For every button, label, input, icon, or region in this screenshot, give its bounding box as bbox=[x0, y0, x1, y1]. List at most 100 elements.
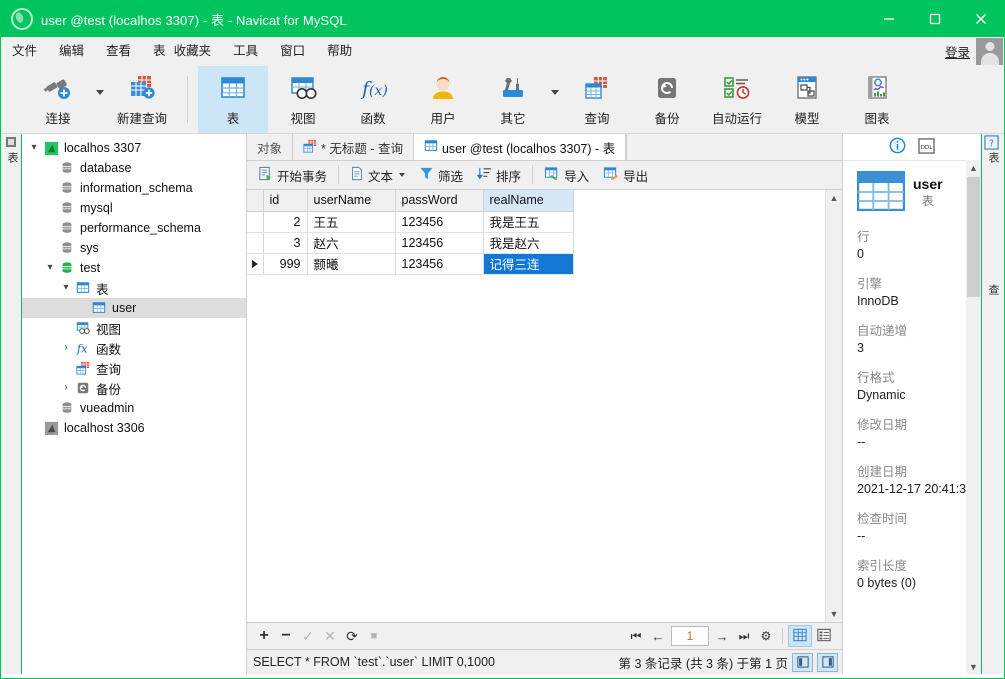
cell-password[interactable]: 123456 bbox=[395, 253, 484, 275]
menu-item-window[interactable]: 窗口 bbox=[269, 37, 316, 65]
tree-node-test[interactable]: ▾ test bbox=[22, 258, 246, 278]
ddl-icon[interactable]: DDL bbox=[918, 137, 935, 157]
chevron-down-icon[interactable]: ▾ bbox=[42, 263, 58, 273]
chevron-down-icon[interactable] bbox=[399, 173, 406, 177]
row-marker-cell[interactable] bbox=[247, 211, 264, 233]
ribbon-new-query-button[interactable]: 新建查询 bbox=[107, 66, 177, 133]
other-dropdown-caret-icon[interactable] bbox=[548, 66, 562, 133]
prev-page-button[interactable]: ← bbox=[647, 625, 669, 647]
cell-realname[interactable]: 我是赵六 bbox=[483, 232, 574, 254]
tree-node-localhos-3307[interactable]: ▾ localhos 3307 bbox=[22, 138, 246, 158]
cell-id[interactable]: 3 bbox=[263, 232, 308, 254]
tree-node-database[interactable]: database bbox=[22, 158, 246, 178]
ribbon-chart-button[interactable]: 图表 bbox=[842, 66, 912, 133]
scroll-up-arrow-icon[interactable]: ▲ bbox=[966, 160, 981, 175]
export-button[interactable]: 导出 bbox=[596, 163, 655, 187]
settings-gear-icon[interactable]: ⚙ bbox=[755, 625, 777, 647]
right-dock-strip[interactable]: ? 表 查 bbox=[981, 134, 1004, 674]
tree-node-tables[interactable]: ▾ 表 bbox=[22, 278, 246, 298]
menu-item-file[interactable]: 文件 bbox=[1, 37, 48, 65]
text-button[interactable]: 文本 bbox=[343, 163, 412, 187]
refresh-button[interactable]: ⟳ bbox=[341, 625, 363, 647]
menu-item-edit[interactable]: 编辑 bbox=[48, 37, 95, 65]
row-marker-cell[interactable] bbox=[247, 253, 264, 275]
cell-username[interactable]: 王五 bbox=[307, 211, 396, 233]
ribbon-other-button[interactable]: 其它 bbox=[478, 66, 548, 133]
connection-dropdown-caret-icon[interactable] bbox=[93, 66, 107, 133]
avatar[interactable] bbox=[976, 37, 1003, 65]
tab-objects[interactable]: 对象 bbox=[247, 134, 294, 160]
tree-node-queries[interactable]: 查询 bbox=[22, 358, 246, 378]
add-record-button[interactable]: + bbox=[253, 625, 275, 647]
tab-user-table[interactable]: user @test (localhos 3307) - 表 bbox=[413, 134, 627, 160]
scrollbar-track[interactable] bbox=[826, 206, 842, 606]
first-page-button[interactable]: ⏮ bbox=[625, 625, 647, 647]
info-panel-scrollbar[interactable]: ▲ ▼ bbox=[966, 160, 981, 674]
delete-record-button[interactable]: − bbox=[275, 625, 297, 647]
apply-changes-button[interactable]: ✓ bbox=[297, 625, 319, 647]
left-dock-strip[interactable]: 表 bbox=[1, 134, 22, 674]
login-link[interactable]: 登录 bbox=[945, 42, 970, 61]
cell-password[interactable]: 123456 bbox=[395, 211, 484, 233]
help-icon[interactable]: ? bbox=[984, 135, 999, 153]
chevron-right-icon[interactable]: › bbox=[58, 343, 74, 353]
ribbon-user-button[interactable]: 用户 bbox=[408, 66, 478, 133]
menu-item-favorites[interactable]: 收藏夹 bbox=[170, 37, 223, 65]
cell-username[interactable]: 赵六 bbox=[307, 232, 396, 254]
close-button[interactable] bbox=[958, 1, 1004, 37]
toggle-left-pane-button[interactable] bbox=[792, 652, 813, 672]
table-row[interactable]: 2 王五 123456 我是王五 bbox=[247, 211, 574, 233]
scrollbar-thumb[interactable] bbox=[967, 177, 980, 297]
scroll-up-arrow-icon[interactable]: ▲ bbox=[826, 190, 842, 206]
scroll-down-arrow-icon[interactable]: ▼ bbox=[826, 606, 842, 622]
tree-node-performance-schema[interactable]: performance_schema bbox=[22, 218, 246, 238]
tree-node-views[interactable]: 视图 bbox=[22, 318, 246, 338]
ribbon-connection-button[interactable]: 连接 bbox=[23, 66, 93, 133]
last-page-button[interactable]: ⏭ bbox=[733, 625, 755, 647]
ribbon-query-button[interactable]: 查询 bbox=[562, 66, 632, 133]
grid-view-toggle[interactable] bbox=[788, 625, 812, 647]
form-view-toggle[interactable] bbox=[812, 625, 836, 647]
filter-button[interactable]: 筛选 bbox=[412, 163, 470, 187]
ribbon-automation-button[interactable]: 自动运行 bbox=[702, 66, 772, 133]
ribbon-backup-button[interactable]: 备份 bbox=[632, 66, 702, 133]
tree-node-localhost-3306[interactable]: localhost 3306 bbox=[22, 418, 246, 438]
menu-item-table[interactable]: 表 bbox=[142, 37, 170, 65]
next-page-button[interactable]: → bbox=[711, 625, 733, 647]
cancel-changes-button[interactable]: ✕ bbox=[319, 625, 341, 647]
stop-button[interactable]: ■ bbox=[363, 625, 385, 647]
menu-item-tools[interactable]: 工具 bbox=[222, 37, 269, 65]
chevron-down-icon[interactable]: ▾ bbox=[58, 283, 74, 293]
row-marker-cell[interactable] bbox=[247, 232, 264, 254]
sort-button[interactable]: 排序 bbox=[470, 163, 528, 187]
tree-node-mysql[interactable]: mysql bbox=[22, 198, 246, 218]
ribbon-table-button[interactable]: 表 bbox=[198, 66, 268, 133]
info-icon[interactable] bbox=[889, 137, 906, 157]
tab-untitled-query[interactable]: * 无标题 - 查询 bbox=[293, 134, 414, 160]
column-header-username[interactable]: userName bbox=[307, 190, 396, 212]
menu-item-help[interactable]: 帮助 bbox=[316, 37, 363, 65]
ribbon-function-button[interactable]: f (x) 函数 bbox=[338, 66, 408, 133]
grid-vertical-scrollbar[interactable]: ▲ ▼ bbox=[825, 190, 842, 622]
begin-transaction-button[interactable]: 开始事务 bbox=[251, 163, 334, 187]
cell-id[interactable]: 2 bbox=[263, 211, 308, 233]
cell-realname[interactable]: 记得三连 bbox=[483, 253, 574, 275]
toggle-right-pane-button[interactable] bbox=[817, 652, 838, 672]
column-header-password[interactable]: passWord bbox=[395, 190, 484, 212]
tree-node-sys[interactable]: sys bbox=[22, 238, 246, 258]
object-tree-sidebar[interactable]: ▾ localhos 3307 database information_sch… bbox=[22, 134, 247, 674]
tree-node-information-schema[interactable]: information_schema bbox=[22, 178, 246, 198]
scroll-down-arrow-icon[interactable]: ▼ bbox=[966, 659, 981, 674]
maximize-button[interactable] bbox=[912, 1, 958, 37]
cell-realname[interactable]: 我是王五 bbox=[483, 211, 574, 233]
import-button[interactable]: 导入 bbox=[537, 163, 596, 187]
minimize-button[interactable] bbox=[866, 1, 912, 37]
column-header-id[interactable]: id bbox=[263, 190, 308, 212]
tree-node-backups[interactable]: › 备份 bbox=[22, 378, 246, 398]
page-number-input[interactable]: 1 bbox=[671, 626, 709, 646]
ribbon-model-button[interactable]: 模型 bbox=[772, 66, 842, 133]
table-row[interactable]: 3 赵六 123456 我是赵六 bbox=[247, 232, 574, 254]
cell-username[interactable]: 颢曦 bbox=[307, 253, 396, 275]
table-row[interactable]: 999 颢曦 123456 记得三连 bbox=[247, 253, 574, 275]
cell-id[interactable]: 999 bbox=[263, 253, 308, 275]
